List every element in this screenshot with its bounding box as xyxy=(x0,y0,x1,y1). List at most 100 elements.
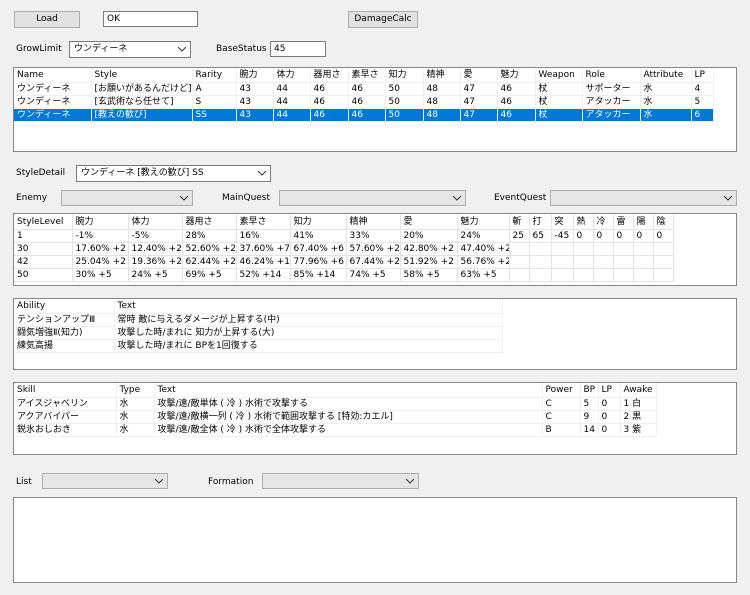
column-header[interactable]: Type xyxy=(116,383,155,398)
column-header[interactable]: 冷 xyxy=(593,214,614,230)
event-quest-select[interactable] xyxy=(550,190,737,206)
table-cell: 0 xyxy=(613,229,634,243)
table-row[interactable]: 闘気増強Ⅱ(知力) 攻撃した時/まれに 知力が上昇する(大) xyxy=(14,326,503,340)
column-header[interactable]: 体力 xyxy=(273,68,311,83)
table-cell: 水 xyxy=(116,410,155,424)
table-cell: 50 xyxy=(14,268,73,282)
table-cell: 2 黒 xyxy=(620,410,657,424)
table-row[interactable]: ウンディーネ [お願いがあるんだけど] A 43 44 46 46 50 48 47 46 杖サポータ… xyxy=(14,82,714,96)
column-header[interactable]: 精神 xyxy=(346,214,401,230)
column-header[interactable]: 魅力 xyxy=(497,68,536,83)
column-header[interactable]: LP xyxy=(691,68,714,83)
table-cell: 0 xyxy=(633,229,654,243)
list-select[interactable] xyxy=(42,473,168,489)
load-button[interactable]: Load xyxy=(14,11,80,28)
table-cell: 44 xyxy=(273,82,311,96)
table-cell: 46 xyxy=(348,108,386,122)
table-row[interactable]: 50 30% +5 24% +5 69% +5 52% +14 85% +14 74% +5… xyxy=(14,268,674,282)
column-header[interactable]: Text xyxy=(114,299,503,314)
column-header[interactable]: 魅力 xyxy=(457,214,510,230)
table-cell: 水 xyxy=(640,95,692,109)
column-header[interactable]: Text xyxy=(154,383,543,398)
grow-limit-select[interactable]: ウンディーネ xyxy=(69,41,191,58)
table-cell: 63% +5 xyxy=(457,268,510,282)
damage-calc-button[interactable]: DamageCalc xyxy=(348,11,418,28)
column-header[interactable]: 腕力 xyxy=(236,68,274,83)
column-header[interactable]: 腕力 xyxy=(72,214,129,230)
column-header[interactable]: Role xyxy=(582,68,641,83)
column-header[interactable]: 陰 xyxy=(653,214,674,230)
column-header[interactable]: 熱 xyxy=(573,214,594,230)
column-header[interactable]: 知力 xyxy=(385,68,424,83)
table-cell: 85% +14 xyxy=(290,268,347,282)
table-cell: 43 xyxy=(236,108,274,122)
column-header[interactable]: LP xyxy=(598,383,621,398)
base-status-input[interactable]: 45 xyxy=(270,41,326,57)
skill-table[interactable]: Skill Type Text Power BP LP Awake アイスジャベリン水攻撃/遠… xyxy=(13,382,737,455)
style-detail-select[interactable]: ウンディーネ [教えの歓び] SS xyxy=(76,165,271,182)
formation-panel[interactable] xyxy=(13,497,737,583)
table-row[interactable]: テンションアップⅢ 常時 敵に与えるダメージが上昇する(中) xyxy=(14,313,503,327)
column-header[interactable]: StyleLevel xyxy=(14,214,73,230)
table-cell: 69% +5 xyxy=(182,268,237,282)
table-cell: 攻撃した時/まれに BPを1回復する xyxy=(114,339,503,353)
table-row[interactable]: 4225.04% +219.36% +262.44% +246.24% +117… xyxy=(14,255,674,269)
table-row[interactable]: 1 -1% -5% 28% 16% 41% 33% 20% 24% 25 65 -45 0 0 0 0 0 xyxy=(14,229,674,243)
column-header[interactable]: Ability xyxy=(14,299,115,314)
column-header[interactable]: Power xyxy=(542,383,581,398)
table-cell: 攻撃/遠/敵横一列 ( 冷 ) 水術で範囲攻撃する [特効:カエル] xyxy=(154,410,543,424)
table-cell: 74% +5 xyxy=(346,268,401,282)
main-quest-select[interactable] xyxy=(279,190,466,206)
column-header[interactable]: 素早さ xyxy=(348,68,386,83)
base-status-label: BaseStatus xyxy=(216,44,267,54)
column-header[interactable]: Skill xyxy=(14,383,117,398)
column-header[interactable]: 斬 xyxy=(509,214,530,230)
table-row[interactable]: 鋭氷おしおき水攻撃/遠/敵全体 ( 冷 ) 水術で全体攻撃する B 14 0 3 紫 xyxy=(14,423,657,437)
column-header[interactable]: 陽 xyxy=(633,214,654,230)
table-row[interactable]: アクアバイパー水攻撃/遠/敵横一列 ( 冷 ) 水術で範囲攻撃する [特効:カエ… xyxy=(14,410,657,424)
table-cell: ウンディーネ xyxy=(14,108,92,122)
column-header[interactable]: 体力 xyxy=(128,214,183,230)
table-row[interactable]: アイスジャベリン水攻撃/遠/敵単体 ( 冷 ) 水術で攻撃する C 5 0 1 白 xyxy=(14,397,657,411)
table-cell: 水 xyxy=(640,108,692,122)
table-cell: 6 xyxy=(691,108,714,122)
column-header[interactable]: 素早さ xyxy=(236,214,291,230)
formation-select[interactable] xyxy=(262,473,419,489)
table-row[interactable]: ウンディーネ [教えの歓び] SS 43 44 46 46 50 48 47 46 杖アタッカー水 6 xyxy=(14,108,714,122)
column-header[interactable]: 器用さ xyxy=(182,214,237,230)
table-cell: 練気高揚 xyxy=(14,339,115,353)
table-row[interactable]: ウンディーネ [玄武術なら任せて] S 43 44 46 46 50 48 47 46 杖アタッカー水… xyxy=(14,95,714,109)
table-cell: 0 xyxy=(598,397,621,411)
column-header[interactable]: 精神 xyxy=(423,68,461,83)
column-header[interactable]: 器用さ xyxy=(310,68,349,83)
table-cell: 57.60% +2 xyxy=(346,242,401,256)
column-header[interactable]: Awake xyxy=(620,383,657,398)
table-cell: 常時 敵に与えるダメージが上昇する(中) xyxy=(114,313,503,327)
column-header[interactable]: 知力 xyxy=(290,214,347,230)
column-header[interactable]: BP xyxy=(580,383,599,398)
list-label: List xyxy=(16,477,32,487)
column-header[interactable]: Style xyxy=(91,68,193,83)
column-header[interactable]: Rarity xyxy=(192,68,237,83)
column-header[interactable]: Attribute xyxy=(640,68,692,83)
ability-table[interactable]: Ability Text テンションアップⅢ 常時 敵に与えるダメージが上昇する(中)… xyxy=(13,298,737,370)
column-header[interactable]: Name xyxy=(14,68,92,83)
column-header[interactable]: 愛 xyxy=(460,68,498,83)
column-header[interactable]: 愛 xyxy=(400,214,458,230)
table-row[interactable]: 練気高揚 攻撃した時/まれに BPを1回復する xyxy=(14,339,503,353)
table-cell: A xyxy=(192,82,237,96)
style-level-table[interactable]: StyleLevel 腕力 体力 器用さ 素早さ 知力 精神愛魅力斬打突熱冷雷陽陰 1 -1% -… xyxy=(13,213,737,286)
table-cell xyxy=(573,242,594,256)
status-textbox[interactable]: OK xyxy=(103,11,198,27)
table-cell xyxy=(551,268,574,282)
column-header[interactable]: 雷 xyxy=(613,214,634,230)
enemy-select[interactable] xyxy=(61,190,193,206)
ability-grid: Ability Text テンションアップⅢ 常時 敵に与えるダメージが上昇する(中)… xyxy=(14,299,503,353)
column-header[interactable]: Weapon xyxy=(535,68,583,83)
column-header[interactable]: 突 xyxy=(551,214,574,230)
table-cell: 33% xyxy=(346,229,401,243)
column-header[interactable]: 打 xyxy=(529,214,552,230)
character-table[interactable]: Name Style Rarity 腕力 体力 器用さ 素早さ 知力 精神愛魅力 Weapon Ro… xyxy=(13,67,737,152)
table-row[interactable]: 30 17.60% +2 12.40% +2 52.60% +2 37.60% +7 67… xyxy=(14,242,674,256)
table-cell xyxy=(509,242,530,256)
